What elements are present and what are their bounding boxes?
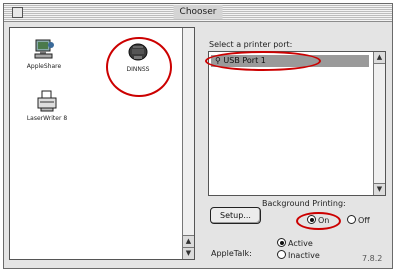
scroll-up-arrow[interactable]: ▲ (183, 235, 194, 247)
close-box[interactable] (12, 7, 23, 18)
appletalk-label: AppleTalk: (211, 249, 252, 258)
port-item-label: USB Port 1 (223, 56, 266, 65)
driver-item-laserwriter[interactable]: LaserWriter 8 (22, 89, 72, 122)
driver-item-label: LaserWriter 8 (26, 115, 68, 122)
appletalk-active-radio[interactable]: Active (277, 238, 313, 249)
radio-label: Off (358, 216, 370, 225)
appleshare-icon (34, 39, 54, 59)
window-title: Chooser (173, 5, 223, 19)
title-bar[interactable]: Chooser (4, 4, 392, 22)
driver-list[interactable]: ▲ ▼ AppleShare DINNSS LaserWriter 8 (9, 27, 195, 260)
radio-label: Active (288, 239, 313, 248)
driver-item-appleshare[interactable]: AppleShare (22, 37, 66, 70)
laser-printer-icon (37, 90, 57, 112)
appletalk-inactive-radio[interactable]: Inactive (277, 250, 320, 261)
port-list-label: Select a printer port: (209, 40, 293, 49)
background-printing-label: Background Printing: (262, 199, 346, 208)
port-item-usb[interactable]: ⚲ USB Port 1 (211, 55, 369, 67)
scroll-down-arrow[interactable]: ▼ (374, 183, 385, 195)
scroll-down-arrow[interactable]: ▼ (183, 247, 194, 259)
radio-label: Inactive (288, 251, 320, 260)
radio-selected-icon (277, 238, 286, 247)
driver-list-scrollbar[interactable]: ▲ ▼ (182, 28, 194, 259)
radio-label: On (318, 216, 330, 225)
scroll-up-arrow[interactable]: ▲ (374, 52, 385, 64)
background-printing-on-radio[interactable]: On (307, 215, 329, 226)
radio-unselected-icon (347, 215, 356, 224)
driver-item-label: AppleShare (26, 63, 62, 70)
port-list-scrollbar[interactable]: ▲ ▼ (373, 52, 385, 195)
printer-icon (128, 43, 148, 61)
background-printing-off-radio[interactable]: Off (347, 215, 370, 226)
driver-item-label: DINNSS (126, 66, 150, 73)
radio-selected-icon (307, 215, 316, 224)
version-label: 7.8.2 (362, 254, 383, 263)
port-list[interactable]: ⚲ USB Port 1 ▲ ▼ (208, 51, 386, 196)
radio-unselected-icon (277, 250, 286, 259)
setup-button[interactable]: Setup... (210, 207, 261, 224)
driver-item-dinnss[interactable]: DINNSS (116, 40, 160, 73)
